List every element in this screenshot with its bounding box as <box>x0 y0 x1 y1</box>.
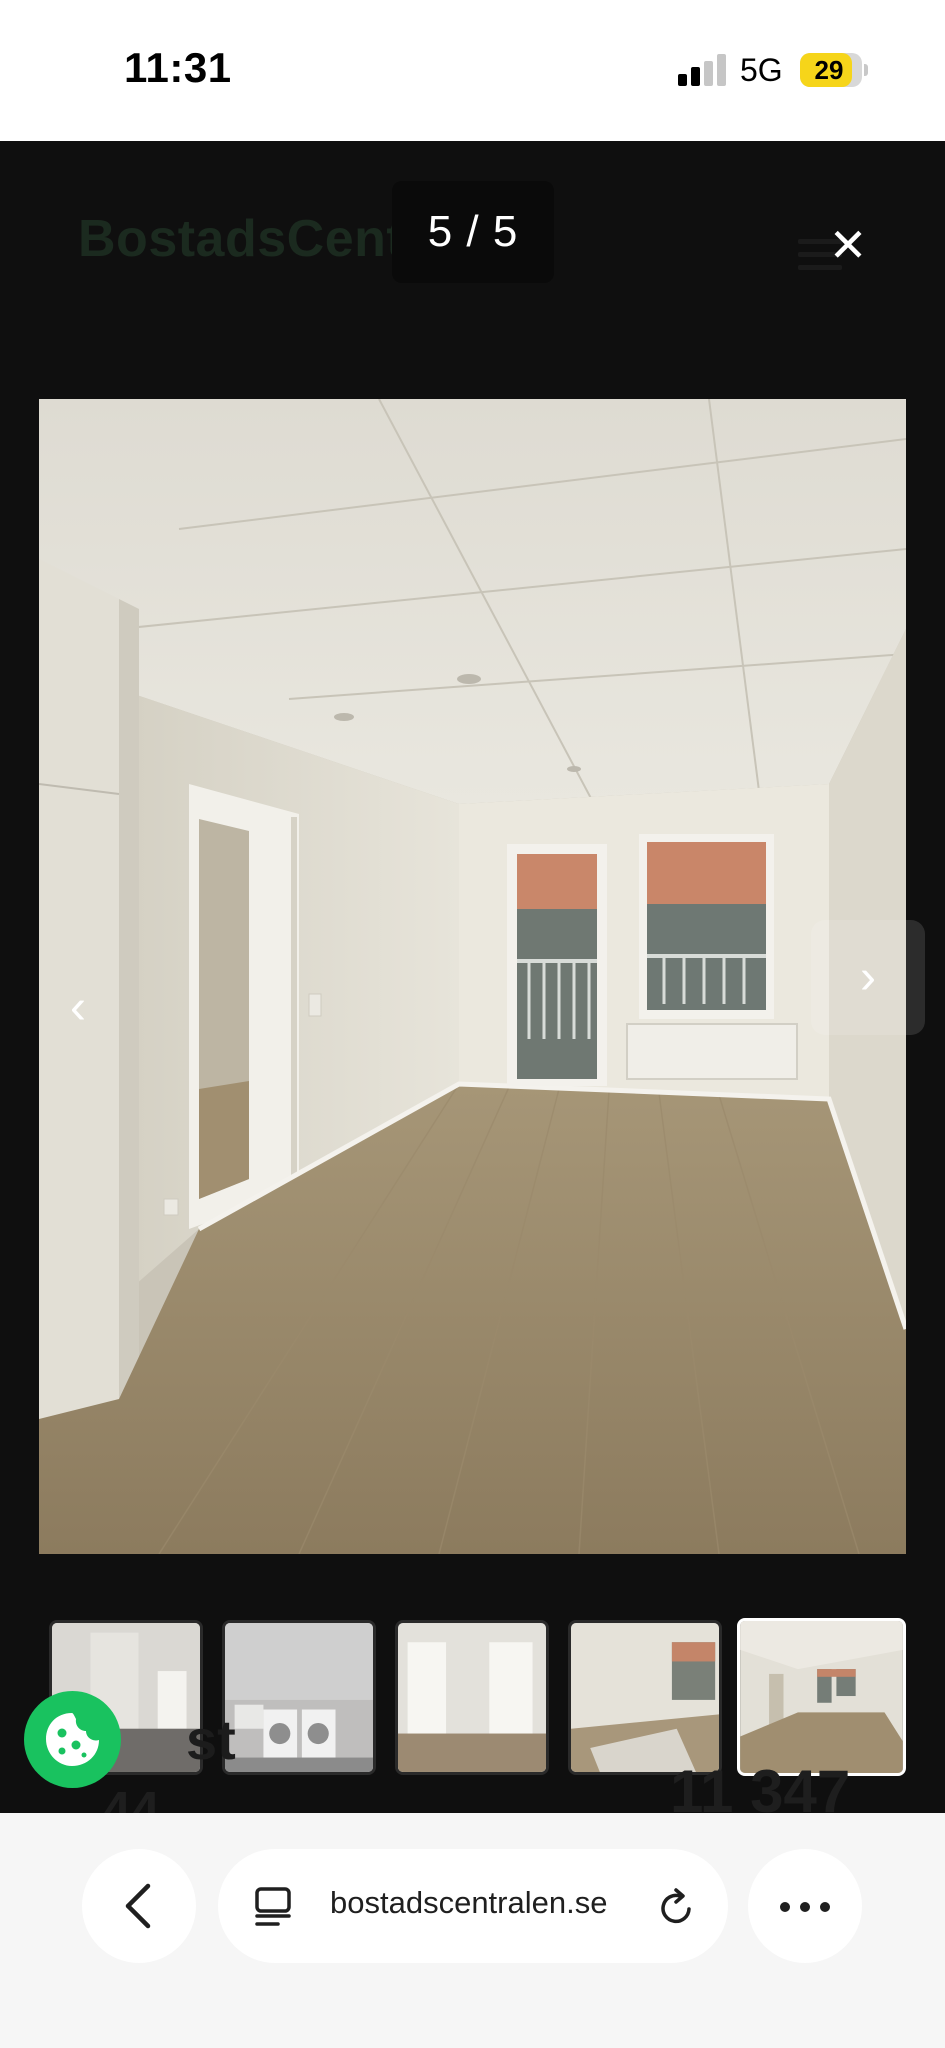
more-icon-dot <box>800 1902 810 1912</box>
address-bar[interactable]: bostadscentralen.se <box>218 1849 728 1963</box>
close-viewer-button[interactable]: ✕ <box>820 217 876 273</box>
chevron-right-icon: › <box>860 951 876 1004</box>
living-room-thumbnail <box>740 1621 903 1773</box>
thumbnail-4[interactable] <box>568 1620 722 1775</box>
laundry-thumbnail <box>225 1623 373 1772</box>
reader-mode-icon <box>255 1887 291 1926</box>
hallway-wardrobes-thumbnail <box>398 1623 546 1772</box>
cookie-icon <box>46 1713 99 1766</box>
battery-cap <box>864 64 868 76</box>
url-text: bostadscentralen.se <box>330 1885 608 1920</box>
cellular-signal-icon <box>678 54 726 86</box>
thumbnail-3[interactable] <box>395 1620 549 1775</box>
battery-percent: 29 <box>814 55 844 85</box>
previous-photo-button[interactable]: ‹ <box>50 953 106 1063</box>
thumbnail-strip <box>49 1618 909 1777</box>
thumbnail-5-active[interactable] <box>737 1618 906 1776</box>
reload-icon[interactable] <box>656 1885 700 1929</box>
browser-back-button[interactable] <box>82 1849 196 1963</box>
screen: 11:31 5G 29 BostadsCentralen 5 / 5 ✕ ‹ ›… <box>0 0 945 2048</box>
living-room-with-balcony-door-photo <box>39 399 906 1554</box>
cookie-settings-button[interactable] <box>24 1691 121 1788</box>
browser-toolbar: bostadscentralen.se <box>0 1813 945 2048</box>
chevron-left-icon: ‹ <box>70 981 86 1034</box>
thumbnail-2[interactable] <box>222 1620 376 1775</box>
status-bar: 11:31 5G 29 <box>0 0 945 141</box>
more-icon-dot <box>820 1902 830 1912</box>
more-icon <box>780 1902 790 1912</box>
photo-counter: 5 / 5 <box>392 181 554 283</box>
next-photo-button[interactable]: › <box>811 920 925 1035</box>
image-viewer: BostadsCentralen 5 / 5 ✕ ‹ › st 44 11 34… <box>0 141 945 1813</box>
network-type: 5G <box>740 52 783 88</box>
obscured-text: st <box>186 1708 236 1771</box>
close-icon: ✕ <box>828 219 868 271</box>
status-time: 11:31 <box>124 44 232 91</box>
chevron-left-icon <box>125 1883 151 1929</box>
more-options-button[interactable] <box>748 1849 862 1963</box>
bedroom-window-thumbnail <box>571 1623 719 1772</box>
main-photo[interactable] <box>39 399 906 1554</box>
battery-icon: 29 <box>800 53 862 87</box>
obscured-number-left: 44 <box>102 1782 160 1813</box>
obscured-price: 11 347 <box>670 1758 851 1813</box>
